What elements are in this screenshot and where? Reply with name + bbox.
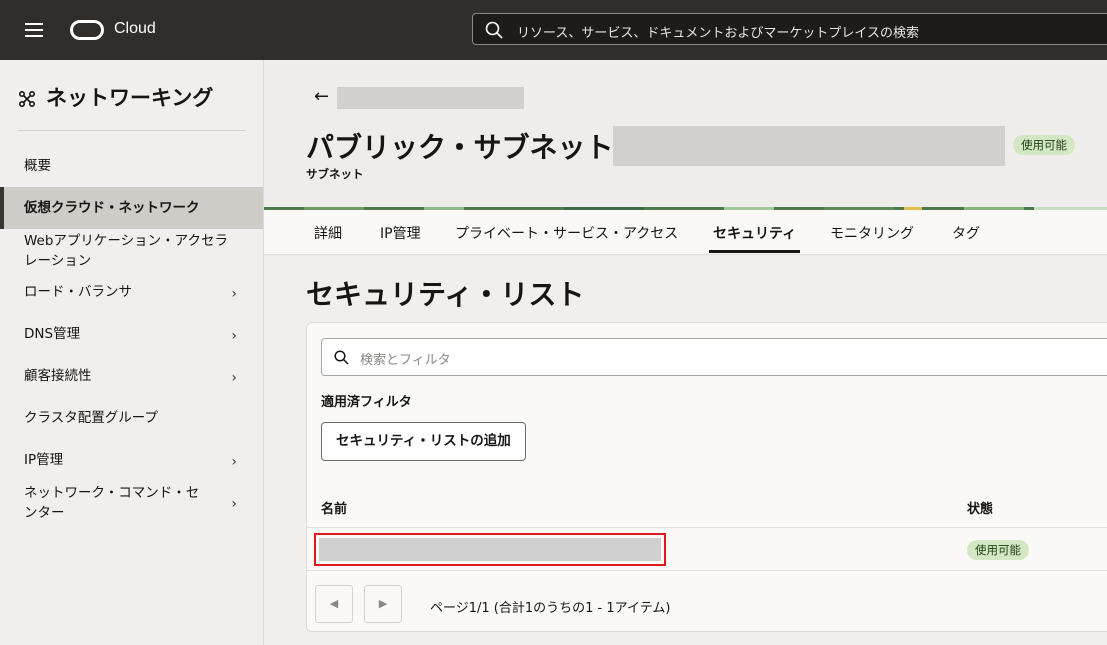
tab-monitoring[interactable]: モニタリング [830, 223, 914, 243]
sidebar-item-vcn[interactable]: 仮想クラウド・ネットワーク [0, 187, 263, 229]
sidebar-item-label: ネットワーク・コマンド・セ [24, 485, 200, 501]
column-header-state[interactable]: 状態 [967, 498, 993, 517]
search-icon [334, 350, 349, 365]
table-divider [307, 527, 1107, 528]
sidebar: ネットワーキング 概要 仮想クラウド・ネットワーク Webアプリケーション・アク… [0, 60, 264, 645]
sidebar-item-load-balancer[interactable]: ロード・バランサ › [0, 282, 263, 304]
back-arrow-icon[interactable]: ← [314, 86, 329, 107]
tab-private-service-access[interactable]: プライベート・サービス・アクセス [455, 223, 678, 243]
sidebar-item-label: 仮想クラウド・ネットワーク [24, 200, 200, 216]
sidebar-item-label-cont: ンター [24, 505, 65, 521]
resource-name-redacted [613, 126, 1005, 166]
tab-details[interactable]: 詳細 [314, 223, 342, 243]
security-list-panel: 検索とフィルタ 適用済フィルタ セキュリティ・リストの追加 名前 状態 使用可能… [306, 322, 1107, 632]
oracle-logo-icon[interactable] [70, 20, 104, 40]
tab-tags[interactable]: タグ [952, 223, 980, 243]
chevron-right-icon: › [231, 286, 237, 302]
global-search-input[interactable]: リソース、サービス、ドキュメントおよびマーケットプレイスの検索 [472, 13, 1107, 45]
tab-security[interactable]: セキュリティ [708, 223, 801, 253]
search-filter-input[interactable]: 検索とフィルタ [321, 338, 1107, 376]
sidebar-item-label: Webアプリケーション・アクセラ [24, 233, 228, 249]
sidebar-item-waa[interactable]: Webアプリケーション・アクセラ レーション [0, 231, 263, 271]
prev-page-button[interactable]: ◀ [315, 585, 353, 623]
sidebar-item-label: クラスタ配置グループ [24, 410, 158, 426]
hamburger-menu-icon[interactable] [25, 23, 43, 37]
chevron-right-icon: › [231, 328, 237, 344]
next-page-button[interactable]: ▶ [364, 585, 402, 623]
sidebar-item-label: 顧客接続性 [24, 368, 92, 384]
chevron-right-icon: › [231, 370, 237, 386]
chevron-right-icon: › [231, 496, 237, 512]
applied-filters-label: 適用済フィルタ [321, 395, 412, 410]
sidebar-item-cluster-placement[interactable]: クラスタ配置グループ [0, 408, 263, 430]
sidebar-title: ネットワーキング [18, 82, 213, 112]
page-title: パブリック・サブネット [306, 131, 614, 164]
table-divider [307, 570, 1107, 571]
column-header-name[interactable]: 名前 [321, 498, 347, 517]
row-status-badge: 使用可能 [967, 540, 1029, 560]
tab-ip-management[interactable]: IP管理 [380, 223, 421, 243]
sidebar-item-dns[interactable]: DNS管理 › [0, 324, 263, 346]
global-search-placeholder: リソース、サービス、ドキュメントおよびマーケットプレイスの検索 [517, 26, 919, 41]
status-badge: 使用可能 [1013, 135, 1075, 155]
top-bar: Cloud リソース、サービス、ドキュメントおよびマーケットプレイスの検索 [0, 0, 1107, 60]
security-list-name-link[interactable] [314, 533, 666, 566]
chevron-right-icon: › [231, 454, 237, 470]
sidebar-item-label: IP管理 [24, 452, 64, 468]
add-security-list-button[interactable]: セキュリティ・リストの追加 [321, 422, 526, 461]
sidebar-item-customer-connectivity[interactable]: 顧客接続性 › [0, 366, 263, 388]
search-icon [485, 21, 503, 39]
page-header: ← パブリック・サブネット 使用可能 サブネット [264, 60, 1107, 210]
tab-bar: 詳細 IP管理 プライベート・サービス・アクセス セキュリティ モニタリング タ… [264, 210, 1107, 255]
redacted-name [319, 538, 661, 561]
page-subtitle: サブネット [306, 167, 364, 181]
brand-name[interactable]: Cloud [114, 20, 156, 38]
sidebar-divider [18, 130, 245, 131]
sidebar-item-label-cont: レーション [24, 253, 92, 269]
networking-icon [18, 90, 36, 108]
pagination-text: ページ1/1 (合計1のうちの1 - 1アイテム) [430, 601, 671, 616]
sidebar-item-label: DNS管理 [24, 326, 81, 342]
search-filter-placeholder: 検索とフィルタ [360, 353, 451, 368]
sidebar-item-network-command-center[interactable]: ネットワーク・コマンド・セ ンター › [0, 483, 263, 523]
sidebar-item-overview[interactable]: 概要 [0, 156, 263, 178]
sidebar-item-label: 概要 [24, 158, 51, 174]
breadcrumb-redacted[interactable] [337, 87, 524, 109]
sidebar-title-text: ネットワーキング [46, 86, 214, 110]
section-title: セキュリティ・リスト [306, 278, 585, 311]
decorative-banner [264, 201, 1107, 210]
sidebar-item-label: ロード・バランサ [24, 284, 132, 300]
sidebar-item-ip-management[interactable]: IP管理 › [0, 450, 263, 472]
